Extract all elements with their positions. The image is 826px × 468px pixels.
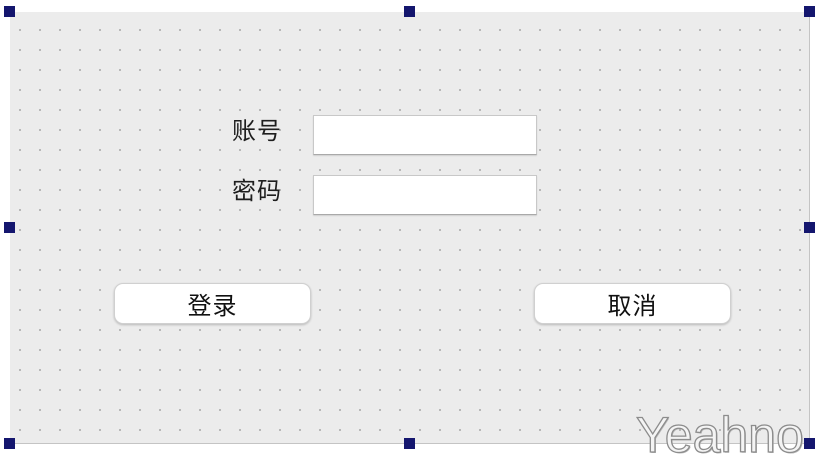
resize-handle-bottom-left-icon[interactable] [4, 438, 15, 449]
account-input[interactable] [313, 115, 537, 155]
account-label: 账号 [232, 117, 282, 145]
form-canvas[interactable]: 账号 密码 登录 取消 [10, 12, 810, 444]
designer-stage: 账号 密码 登录 取消 Yeahno [0, 0, 826, 468]
password-label: 密码 [232, 177, 282, 205]
password-input[interactable] [313, 175, 537, 215]
login-button[interactable]: 登录 [114, 283, 311, 324]
cancel-button[interactable]: 取消 [534, 283, 731, 324]
watermark-text: Yeahno [636, 406, 804, 463]
resize-handle-top-left-icon[interactable] [4, 6, 15, 17]
resize-handle-bottom-icon[interactable] [404, 438, 415, 449]
resize-handle-top-right-icon[interactable] [804, 6, 815, 17]
resize-handle-top-icon[interactable] [404, 6, 415, 17]
resize-handle-right-icon[interactable] [804, 222, 815, 233]
resize-handle-left-icon[interactable] [4, 222, 15, 233]
